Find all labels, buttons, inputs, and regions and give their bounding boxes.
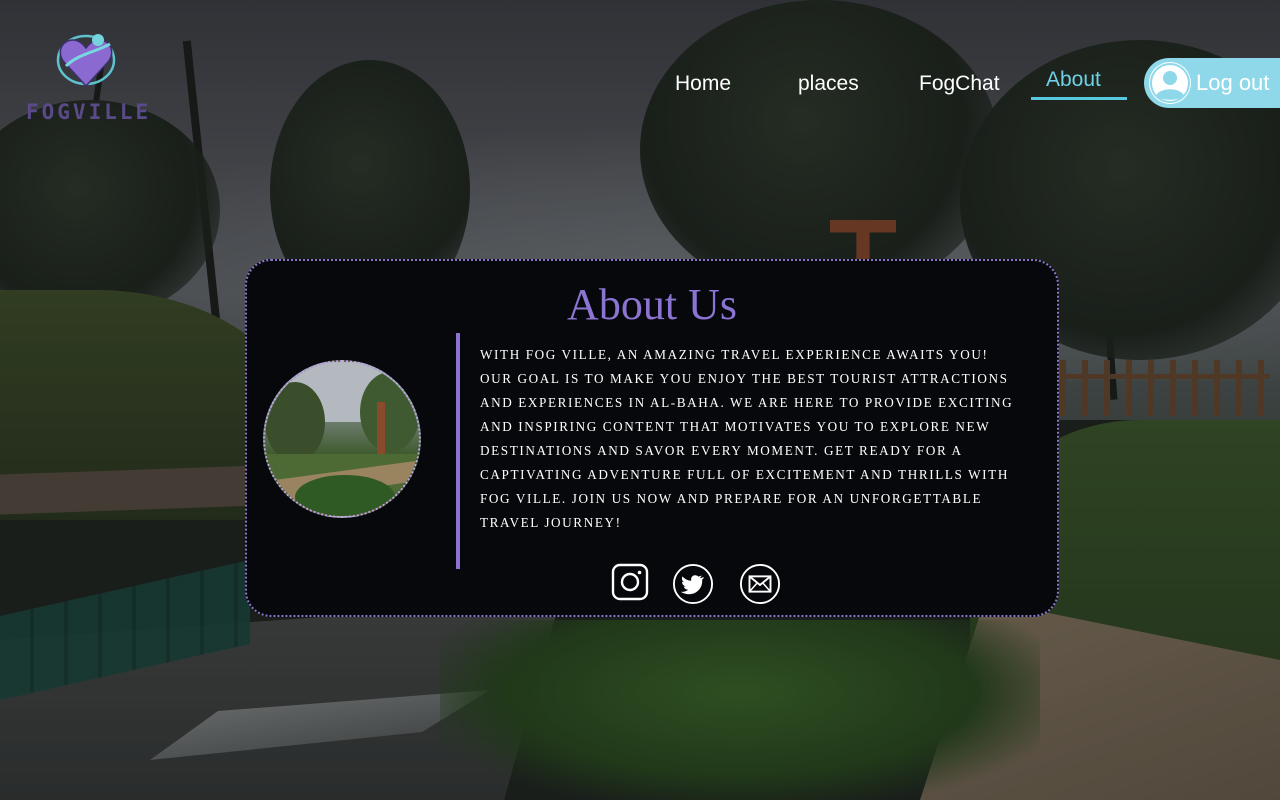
nav-link-fogchat[interactable]: FogChat [919, 66, 1000, 102]
logout-label: Log out [1196, 70, 1270, 95]
instagram-link[interactable] [611, 563, 649, 607]
active-nav-indicator [1031, 97, 1127, 100]
twitter-icon [672, 563, 714, 605]
nav-link-places[interactable]: places [798, 66, 859, 102]
about-description: With Fog Ville, an amazing travel experi… [480, 347, 1014, 530]
logout-button[interactable]: Log out [1144, 58, 1280, 108]
email-link[interactable] [739, 563, 781, 607]
nav-link-about[interactable]: About [1046, 62, 1101, 98]
about-title: About Us [567, 280, 737, 329]
about-card: About Us With Fog Ville, an amazing trav… [245, 259, 1059, 617]
nav-link-home[interactable]: Home [675, 66, 731, 102]
park-photo [263, 360, 421, 518]
user-avatar-icon [1149, 62, 1191, 104]
instagram-icon [611, 563, 649, 601]
content-divider [456, 333, 460, 569]
mail-icon [739, 563, 781, 605]
twitter-link[interactable] [672, 563, 714, 607]
main-nav: Home places FogChat About [0, 66, 1280, 106]
